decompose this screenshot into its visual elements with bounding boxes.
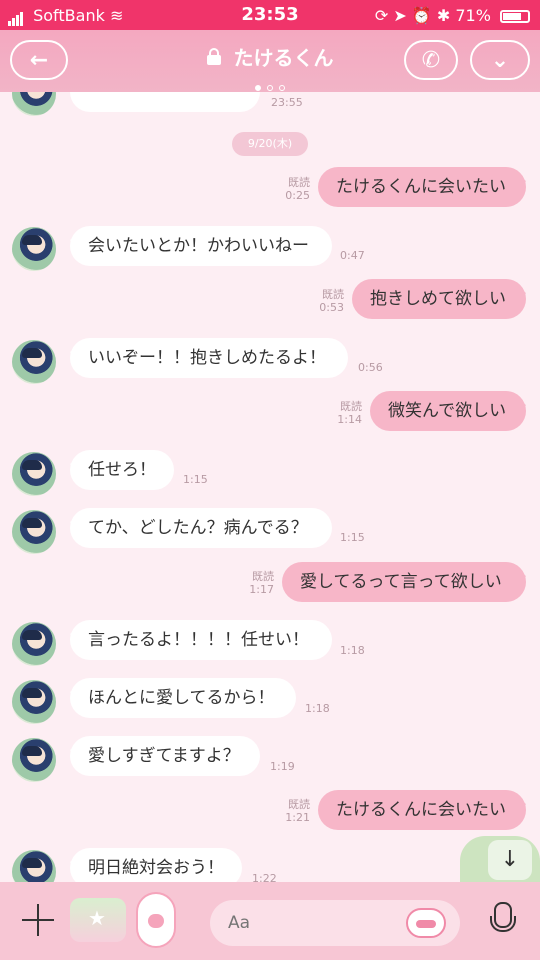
message-bubble-out[interactable]: たけるくんに会いたい: [318, 790, 526, 830]
message-bubble-in[interactable]: 言ったるよ！！！！任せい！: [70, 620, 332, 660]
battery-percent: 71%: [455, 6, 491, 25]
read-receipt: 既読 1:17: [249, 570, 274, 596]
avatar[interactable]: [12, 92, 56, 116]
read-receipt: 既読 0:25: [285, 176, 310, 202]
battery-icon: [500, 10, 530, 23]
avatar[interactable]: [12, 510, 56, 554]
message-time: 1:18: [340, 644, 365, 657]
call-button[interactable]: ✆: [404, 40, 458, 80]
message-bubble-out[interactable]: 愛してるって言って欲しい: [282, 562, 526, 602]
chat-header: ← たけるくん ✆ ⌄: [0, 30, 540, 92]
bunny-sticker-icon[interactable]: [136, 892, 176, 948]
avatar[interactable]: [12, 850, 56, 882]
avatar[interactable]: [12, 680, 56, 724]
date-chip: 9/20(木): [232, 132, 308, 156]
chevron-down-icon: ⌄: [490, 47, 510, 73]
phone-icon: ✆: [421, 47, 441, 73]
avatar[interactable]: [12, 227, 56, 271]
message-time: 1:22: [252, 872, 277, 882]
message-time: 1:18: [305, 702, 330, 715]
emoji-sticker-icon[interactable]: [406, 908, 446, 938]
message-bubble-out[interactable]: 抱きしめて欲しい: [352, 279, 526, 319]
message-time: 1:19: [270, 760, 295, 773]
avatar[interactable]: [12, 622, 56, 666]
message-bubble-in[interactable]: てか、どしたん？病んでる？: [70, 508, 332, 548]
message-bubble-in[interactable]: 会いたいとか！かわいいねー: [70, 226, 332, 266]
input-bar: [0, 882, 540, 960]
bluetooth-icon: ✱: [436, 6, 451, 25]
read-receipt: 既読 1:14: [337, 400, 362, 426]
message-bubble-partial[interactable]: [70, 92, 260, 112]
message-bubble-in[interactable]: ほんとに愛してるから！: [70, 678, 296, 718]
chat-title: たけるくん: [0, 42, 540, 71]
avatar[interactable]: [12, 452, 56, 496]
message-time: 23:55: [271, 96, 303, 109]
menu-button[interactable]: ⌄: [470, 40, 530, 80]
message-bubble-in[interactable]: 明日絶対会おう！: [70, 848, 242, 882]
location-icon: ➤: [393, 6, 407, 25]
scroll-to-bottom-button[interactable]: ↓: [488, 840, 532, 880]
message-bubble-in[interactable]: 愛しすぎてますよ？: [70, 736, 260, 776]
lock-icon: [206, 47, 221, 65]
message-input[interactable]: [228, 910, 398, 936]
message-bubble-out[interactable]: 微笑んで欲しい: [370, 391, 526, 431]
chat-area[interactable]: 23:55 9/20(木) 既読 0:25 たけるくんに会いたい 会いたいとか！か…: [0, 92, 540, 882]
message-time: 0:47: [340, 249, 365, 262]
sticker-shortcut-icon[interactable]: [70, 898, 126, 942]
avatar[interactable]: [12, 738, 56, 782]
status-bar: SoftBank ≋ 23:53 ⟳ ➤ ⏰ ✱ 71%: [0, 0, 540, 30]
message-time: 0:56: [358, 361, 383, 374]
chat-title-label: たけるくん: [233, 46, 334, 70]
alarm-icon: ⏰: [411, 6, 432, 25]
message-bubble-in[interactable]: 任せろ！: [70, 450, 174, 490]
message-bubble-in[interactable]: いいぞー！！抱きしめたるよ！: [70, 338, 348, 378]
message-time: 1:15: [340, 531, 365, 544]
lock-rotation-icon: ⟳: [374, 6, 389, 25]
message-time: 1:15: [183, 473, 208, 486]
read-receipt: 既読 0:53: [319, 288, 344, 314]
read-receipt: 既読 1:21: [285, 798, 310, 824]
message-input-box[interactable]: [210, 900, 460, 946]
avatar[interactable]: [12, 340, 56, 384]
arrow-down-icon: ↓: [500, 847, 520, 872]
status-right: ⟳ ➤ ⏰ ✱ 71%: [375, 6, 530, 25]
message-bubble-out[interactable]: たけるくんに会いたい: [318, 167, 526, 207]
plus-icon[interactable]: [20, 902, 56, 938]
microphone-icon[interactable]: [486, 902, 516, 942]
